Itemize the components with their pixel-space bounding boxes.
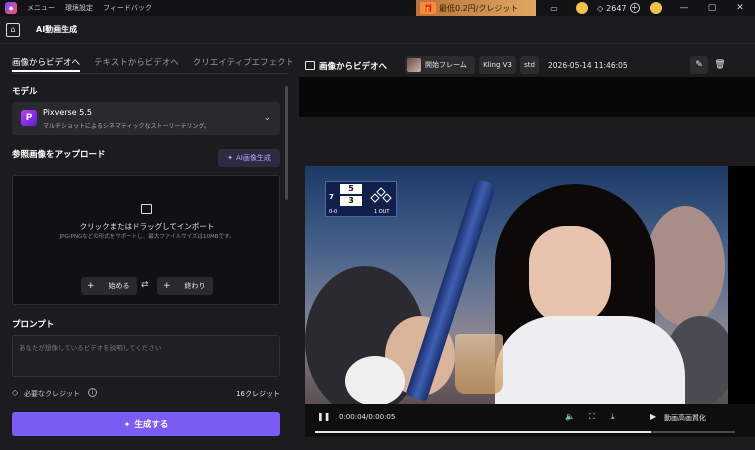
screen-icon[interactable]: ▭ xyxy=(548,2,560,14)
video-icon xyxy=(305,61,315,70)
drink-cup xyxy=(455,334,503,394)
image-icon xyxy=(141,204,152,214)
tab-text-to-video[interactable]: テキストからビデオへ xyxy=(94,56,179,72)
progress-fill[interactable] xyxy=(315,431,651,433)
app-logo-icon: ◆ xyxy=(5,2,17,14)
model-description: マルチショットによるシネマティックなストーリーテリング。 xyxy=(43,123,210,130)
model-chip: Kling V3 xyxy=(479,56,516,74)
scrollbar[interactable] xyxy=(285,86,288,200)
app-window: ◆ メニュー 環境設定 フィードバック 🎁 最低0.2円/クレジット ▭ ◇ 2… xyxy=(0,0,755,450)
menu-item-menu[interactable]: メニュー xyxy=(27,3,55,13)
mode-tabs: 画像からビデオへ テキストからビデオへ クリエイティブエフェクト xyxy=(12,56,292,72)
add-gems-icon[interactable]: + xyxy=(629,3,640,13)
quality-chip: std xyxy=(520,56,539,74)
plus-icon: + xyxy=(163,281,171,291)
crowd-blur xyxy=(345,356,405,404)
gem-icon: ◇ xyxy=(597,3,604,13)
promo-banner[interactable]: 🎁 最低0.2円/クレジット xyxy=(416,0,536,16)
pause-icon[interactable]: ❚❚ xyxy=(317,412,330,421)
credits-label: 必要なクレジット xyxy=(24,390,80,398)
model-select[interactable]: P Pixverse 5.5 マルチショットによるシネマティックなストーリーテリ… xyxy=(12,102,280,135)
tab-creative-effects[interactable]: クリエイティブエフェクト xyxy=(193,56,292,72)
menu-item-settings[interactable]: 環境設定 xyxy=(65,3,93,13)
gem-icon: ◇ xyxy=(12,388,19,397)
ai-image-button[interactable]: ✦ AI画像生成 xyxy=(218,149,280,167)
minimize-icon[interactable]: — xyxy=(670,0,698,16)
model-name: Pixverse 5.5 xyxy=(43,108,92,117)
gem-balance: ◇ 2647 + xyxy=(597,0,640,16)
result-title: 画像からビデオへ xyxy=(319,62,388,72)
title-bar: ◆ メニュー 環境設定 フィードバック xyxy=(0,0,755,16)
video-player[interactable]: 5 3 7 0-0 1 OUT ❚❚ 0:00:04/0:00:05 🔈 ⛶ ⤓… xyxy=(305,166,755,437)
nav-tab-ai-video[interactable]: AI動画生成 xyxy=(36,24,77,35)
gem-count: 2647 xyxy=(606,3,627,13)
upload-title: クリックまたはドラッグしてインポート xyxy=(79,222,215,231)
upload-subtitle: JPG/PNGなどの形式をサポートし、最大ファイルサイズは10MBです。 xyxy=(59,234,235,240)
right-panel: 画像からビデオへ 開始フレーム Kling V3 std 2026-05-14 … xyxy=(292,44,755,450)
inning: 7 xyxy=(329,193,334,201)
tab-divider xyxy=(12,73,288,74)
crowd-blur xyxy=(645,206,725,326)
ai-image-label: AI画像生成 xyxy=(236,154,271,162)
start-frame-chip-label: 開始フレーム xyxy=(425,61,467,69)
person-face xyxy=(529,226,611,326)
score-top: 5 xyxy=(340,184,362,194)
plus-icon: + xyxy=(87,281,95,291)
info-icon[interactable]: i xyxy=(88,388,97,397)
enhance-button[interactable]: 動画高画質化 xyxy=(664,413,706,423)
bases-diamond-icon xyxy=(370,187,392,203)
edit-button[interactable]: ✎ xyxy=(690,56,708,74)
outs: 1 OUT xyxy=(374,209,390,215)
swap-icon[interactable]: ⇄ xyxy=(141,280,149,290)
sparkle-icon: ✦ xyxy=(123,419,131,429)
fullscreen-icon[interactable]: ⛶ xyxy=(589,412,595,422)
delete-button[interactable]: 🗑 xyxy=(711,56,729,74)
player-controls: ❚❚ 0:00:04/0:00:05 🔈 ⛶ ⤓ ▶ 動画高画質化 xyxy=(305,404,755,437)
generate-button[interactable]: ✦ 生成する xyxy=(12,412,280,436)
black-band xyxy=(299,77,755,117)
enhance-icon[interactable]: ▶ xyxy=(650,412,656,421)
home-icon[interactable]: ⌂ xyxy=(6,22,20,37)
scoreboard: 5 3 7 0-0 1 OUT xyxy=(325,181,397,217)
end-frame-button[interactable]: + 終わり xyxy=(157,277,213,295)
chevron-down-icon: ⌄ xyxy=(263,113,271,123)
coin-icon[interactable] xyxy=(576,2,588,14)
start-frame-label: 始める xyxy=(108,282,130,290)
model-label: モデル xyxy=(12,87,38,97)
ref-image-label: 参照画像をアップロード xyxy=(12,150,106,160)
prompt-input[interactable] xyxy=(19,342,269,354)
nav-bar: ⌂ AI動画生成 xyxy=(0,16,755,44)
score-bottom: 3 xyxy=(340,196,362,206)
ai-sparkle-icon: ✦ xyxy=(227,154,233,162)
credits-row: ◇ 必要なクレジット i 16クレジット xyxy=(12,388,280,400)
menu-item-feedback[interactable]: フィードバック xyxy=(103,3,152,13)
prompt-box[interactable] xyxy=(12,335,280,377)
volume-icon[interactable]: 🔈 xyxy=(565,412,575,421)
video-frame: 5 3 7 0-0 1 OUT xyxy=(305,166,728,404)
ball-count: 0-0 xyxy=(329,209,338,215)
start-frame-button[interactable]: + 始める xyxy=(81,277,137,295)
gift-icon: 🎁 xyxy=(420,2,436,14)
time-display: 0:00:04/0:00:05 xyxy=(339,413,396,421)
close-icon[interactable]: ✕ xyxy=(726,0,754,16)
person-body xyxy=(495,316,685,404)
start-frame-chip: 開始フレーム xyxy=(405,56,475,74)
upload-dropzone[interactable]: クリックまたはドラッグしてインポート JPG/PNGなどの形式をサポートし、最大… xyxy=(12,175,280,305)
credits-value: 16クレジット xyxy=(236,390,280,398)
left-panel: 画像からビデオへ テキストからビデオへ クリエイティブエフェクト モデル P P… xyxy=(0,44,292,450)
pixverse-logo-icon: P xyxy=(21,110,37,126)
avatar[interactable] xyxy=(650,2,662,14)
start-frame-thumbnail xyxy=(407,58,421,72)
tab-image-to-video[interactable]: 画像からビデオへ xyxy=(12,56,81,72)
prompt-label: プロンプト xyxy=(12,320,55,330)
timestamp: 2026-05-14 11:46:05 xyxy=(548,61,628,70)
generate-label: 生成する xyxy=(134,420,169,430)
maximize-icon[interactable]: ▢ xyxy=(698,0,726,16)
download-icon[interactable]: ⤓ xyxy=(611,412,615,422)
end-frame-label: 終わり xyxy=(184,282,206,290)
promo-text: 最低0.2円/クレジット xyxy=(439,3,519,13)
